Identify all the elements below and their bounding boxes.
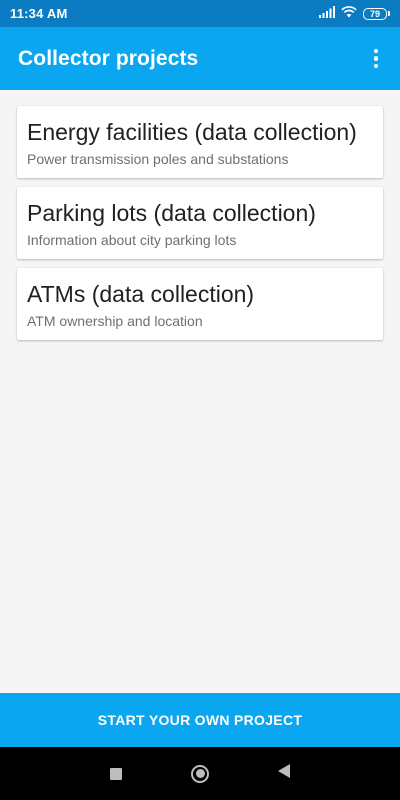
status-icons: 79 <box>319 6 390 21</box>
project-card-parking-lots[interactable]: Parking lots (data collection) Informati… <box>17 187 383 259</box>
project-subtitle: ATM ownership and location <box>27 313 203 329</box>
project-card-atms[interactable]: ATMs (data collection) ATM ownership and… <box>17 268 383 340</box>
project-title: ATMs (data collection) <box>27 281 255 307</box>
project-subtitle: Information about city parking lots <box>27 232 237 248</box>
start-own-project-button[interactable]: START YOUR OWN PROJECT <box>0 693 400 747</box>
status-time: 11:34 AM <box>10 6 68 21</box>
system-nav-bar <box>0 747 400 800</box>
back-button[interactable] <box>242 747 326 800</box>
signal-icon <box>319 6 335 21</box>
home-circle-icon <box>191 764 209 783</box>
battery-level: 79 <box>363 7 387 20</box>
app-bar: Collector projects <box>0 27 400 90</box>
recents-button[interactable] <box>74 747 158 800</box>
project-list: Energy facilities (data collection) Powe… <box>0 90 400 693</box>
battery-icon: 79 <box>363 7 390 20</box>
home-button[interactable] <box>158 747 242 800</box>
back-triangle-icon <box>277 763 291 784</box>
page-title: Collector projects <box>18 46 199 70</box>
overflow-menu-icon[interactable] <box>360 39 392 79</box>
project-title: Energy facilities (data collection) <box>27 119 357 145</box>
wifi-icon <box>341 6 357 21</box>
project-card-energy-facilities[interactable]: Energy facilities (data collection) Powe… <box>17 106 383 178</box>
project-title: Parking lots (data collection) <box>27 200 316 226</box>
project-subtitle: Power transmission poles and substations <box>27 151 289 167</box>
recents-square-icon <box>110 767 122 780</box>
status-bar: 11:34 AM 79 <box>0 0 400 27</box>
